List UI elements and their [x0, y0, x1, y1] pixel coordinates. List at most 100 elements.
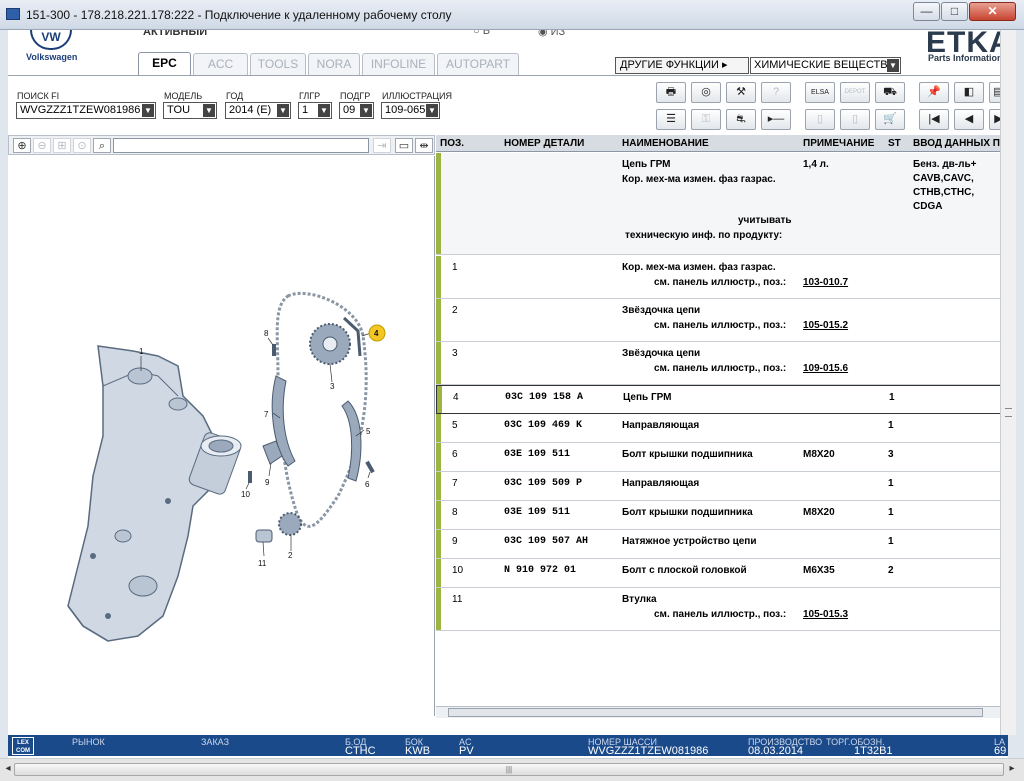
- row-illustration-link[interactable]: 109-015.6: [803, 363, 848, 374]
- table-row[interactable]: 10 N 910 972 01 Болт с плоской головкой M6X…: [436, 559, 1008, 588]
- scroll-right-icon[interactable]: ▸: [1006, 763, 1018, 777]
- elsa-button[interactable]: ELSA: [805, 82, 835, 103]
- year-label: ГОД: [226, 91, 244, 101]
- callout-6: 6: [365, 480, 370, 489]
- col-st: ST: [888, 138, 901, 149]
- row-name: Болт с плоской головкой: [622, 565, 747, 576]
- illustration-select[interactable]: 109-065 ▼: [381, 102, 440, 119]
- row-illustration-link[interactable]: 103-010.7: [803, 277, 848, 288]
- doc-icon[interactable]: ▯: [805, 109, 835, 130]
- tab-tools[interactable]: TOOLS: [250, 53, 306, 75]
- tab-infoline[interactable]: INFOLINE: [362, 53, 435, 75]
- model-select[interactable]: TOU ▼: [163, 102, 217, 119]
- table-horizontal-scrollbar[interactable]: [436, 706, 1008, 718]
- expand-icon[interactable]: ⇹: [415, 138, 433, 153]
- row-quantity: 1: [889, 392, 895, 403]
- row-part-number: 03C 109 507 AH: [504, 536, 589, 547]
- row-accent-bar: [436, 342, 441, 384]
- doc2-icon[interactable]: ▯: [840, 109, 870, 130]
- zoom-in-icon[interactable]: ⊕: [13, 138, 31, 153]
- row-part-number: 03E 109 511: [504, 449, 571, 460]
- row-position: 3: [452, 348, 458, 359]
- row-accent-bar: [436, 501, 441, 529]
- order-label: ЗАКАЗ: [201, 737, 230, 747]
- zoom-reset-icon[interactable]: ⊙: [73, 138, 91, 153]
- car-icon[interactable]: ⛐: [726, 109, 756, 130]
- row-name: Втулка: [622, 594, 657, 605]
- row-name: Цепь ГРМ: [623, 392, 672, 403]
- minimize-button[interactable]: —: [913, 2, 940, 21]
- radio-out[interactable]: ◉ ИЗ: [538, 30, 565, 38]
- table-row[interactable]: 7 03C 109 509 P Направляющая 1: [436, 472, 1008, 501]
- table-row[interactable]: 4 03C 109 158 A Цепь ГРМ 1: [436, 385, 1008, 414]
- prev-icon[interactable]: ◀: [954, 109, 984, 130]
- pin-icon[interactable]: 📌: [919, 82, 949, 103]
- tab-acc[interactable]: ACC: [193, 53, 248, 75]
- brand-label: Volkswagen: [26, 52, 78, 62]
- cd-icon[interactable]: ◎: [691, 82, 721, 103]
- table-group-row[interactable]: Цепь ГРМ Кор. мех-ма измен. фаз газрас. …: [436, 153, 1008, 255]
- status-bar: LEX COM РЫНОК ЗАКАЗ Б.ОД CTHC БОК KWB AC…: [8, 735, 1008, 757]
- year-select[interactable]: 2014 (E) ▼: [225, 102, 291, 119]
- tools-icon[interactable]: ⚒: [726, 82, 756, 103]
- col-data-input: ВВОД ДАННЫХ ПО: [913, 138, 1008, 149]
- layout-icon[interactable]: ▭: [395, 138, 413, 153]
- row-position: 5: [452, 420, 458, 431]
- table-row[interactable]: 11 Втулка см. панель иллюстр., поз.: 105-01…: [436, 588, 1008, 631]
- group-input-line: CTHB,CTHC,: [913, 187, 975, 198]
- table-header: ПОЗ. НОМЕР ДЕТАЛИ НАИМЕНОВАНИЕ ПРИМЕЧАНИ…: [436, 135, 1008, 152]
- table-row[interactable]: 1 Кор. мех-ма измен. фаз газрас. см. панел…: [436, 256, 1008, 299]
- row-accent-bar: [436, 299, 441, 341]
- zoom-fit-icon[interactable]: ⊞: [53, 138, 71, 153]
- maximize-button[interactable]: □: [941, 2, 968, 21]
- main-group-select[interactable]: 1 ▼: [298, 102, 332, 119]
- help-icon[interactable]: ?: [761, 82, 791, 103]
- row-accent-bar: [436, 153, 441, 254]
- radio-in[interactable]: ○ В: [473, 30, 490, 37]
- scrollbar-thumb[interactable]: |||: [14, 763, 1004, 776]
- sub-group-select[interactable]: 09 ▼: [339, 102, 374, 119]
- vertical-scrollbar[interactable]: [1000, 30, 1016, 735]
- timing-chain-diagram: 1 2 3 4 5 6 7 8 9 10 11: [67, 291, 386, 642]
- tab-nora[interactable]: NORA: [308, 53, 360, 75]
- print-icon[interactable]: 🖶: [656, 82, 686, 103]
- col-note: ПРИМЕЧАНИЕ: [803, 138, 875, 149]
- step-icon[interactable]: ▸—: [761, 109, 791, 130]
- functions-select[interactable]: ХИМИЧЕСКИЕ ВЕЩЕСТВА ▼: [750, 57, 901, 74]
- close-button[interactable]: ✕: [969, 2, 1016, 21]
- row-accent-bar: [436, 559, 441, 587]
- prev-page-icon[interactable]: ◧: [954, 82, 984, 103]
- scroll-left-icon[interactable]: ◂: [2, 763, 14, 777]
- row-illustration-link[interactable]: 105-015.3: [803, 609, 848, 620]
- table-row[interactable]: 2 Звёздочка цепи см. панель иллюстр., поз.…: [436, 299, 1008, 342]
- tab-autopart[interactable]: AUTOPART: [437, 53, 519, 75]
- zoom-out-icon[interactable]: ⊖: [33, 138, 51, 153]
- row-name: Звёздочка цепи: [622, 348, 701, 359]
- tab-epc[interactable]: EPC: [138, 52, 191, 76]
- other-functions-button[interactable]: ДРУГИЕ ФУНКЦИИ ▸: [615, 57, 749, 74]
- table-row[interactable]: 5 03C 109 469 K Направляющая 1: [436, 414, 1008, 443]
- illustration-label: ИЛЛЮСТРАЦИЯ: [382, 91, 453, 101]
- table-row[interactable]: 8 03E 109 511 Болт крышки подшипника M8X20 1: [436, 501, 1008, 530]
- first-icon[interactable]: |◀: [919, 109, 949, 130]
- export-icon[interactable]: ⇥: [373, 138, 391, 153]
- cart-in-icon[interactable]: ⛟: [875, 82, 905, 103]
- depot-button[interactable]: DEPOT: [840, 82, 870, 103]
- table-row[interactable]: 9 03C 109 507 AH Натяжное устройство цепи 1: [436, 530, 1008, 559]
- scrollbar-grip[interactable]: [1005, 408, 1012, 417]
- row-part-number: N 910 972 01: [504, 565, 577, 576]
- illustration-search-input[interactable]: [113, 138, 369, 153]
- horizontal-scrollbar[interactable]: ◂ ||| ▸: [0, 758, 1024, 781]
- key-icon[interactable]: ⚿: [691, 109, 721, 130]
- cart-icon[interactable]: 🛒: [875, 109, 905, 130]
- search-fi-input[interactable]: WVGZZZ1TZEW081986 ▼: [16, 102, 156, 119]
- parts-illustration[interactable]: 1 2 3 4 5 6 7 8 9 10 11: [8, 156, 435, 716]
- scrollbar-thumb[interactable]: [448, 708, 983, 717]
- sub-group-label: ПОДГР: [340, 91, 371, 101]
- list-icon[interactable]: ☰: [656, 109, 686, 130]
- table-row[interactable]: 3 Звёздочка цепи см. панель иллюстр., поз.…: [436, 342, 1008, 385]
- search-icon[interactable]: ⌕: [93, 138, 111, 153]
- row-illustration-link[interactable]: 105-015.2: [803, 320, 848, 331]
- group-name-line2: Кор. мех-ма измен. фаз газрас.: [622, 174, 776, 185]
- table-row[interactable]: 6 03E 109 511 Болт крышки подшипника M8X20 3: [436, 443, 1008, 472]
